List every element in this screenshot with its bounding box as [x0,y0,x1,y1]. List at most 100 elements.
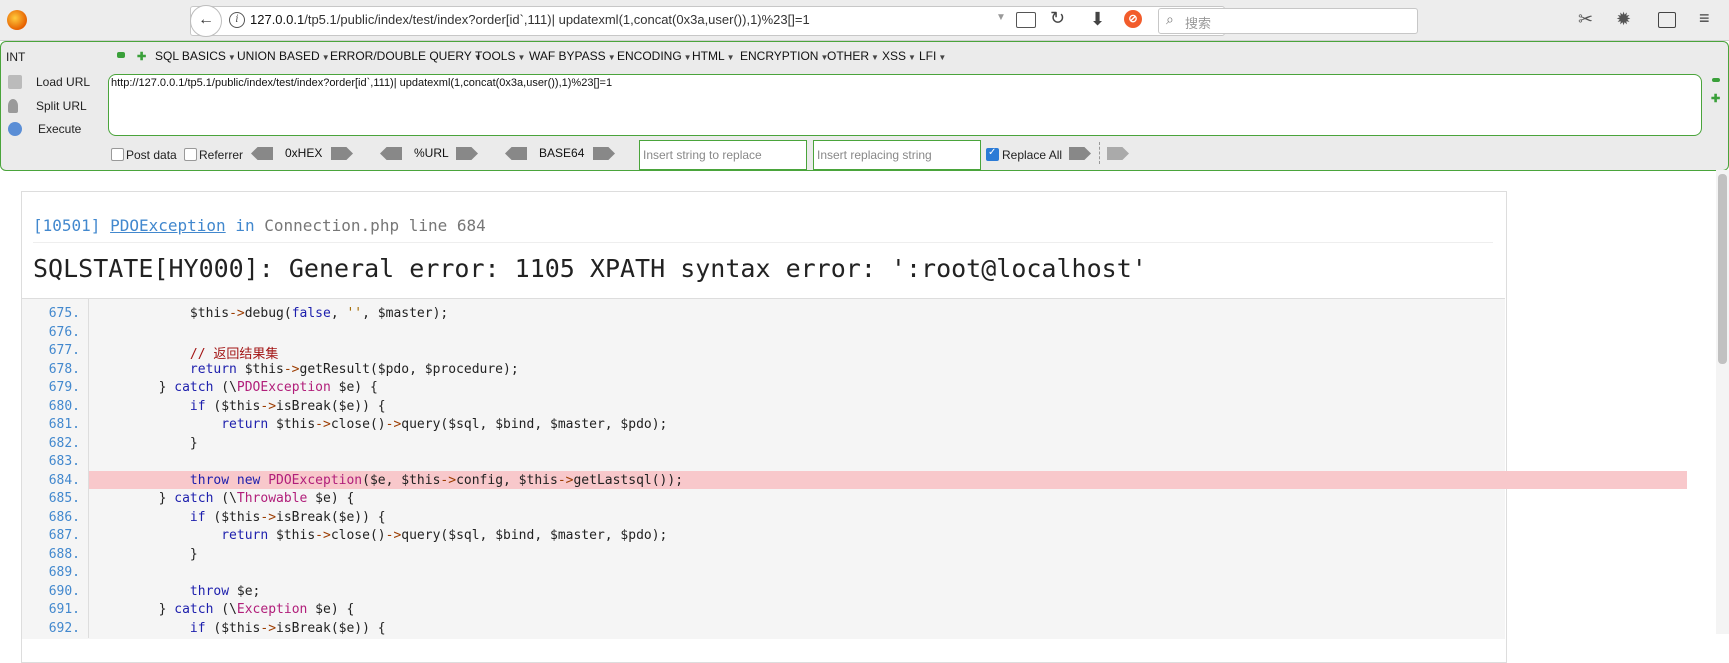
line-number: 689. [48,565,80,580]
code-line: throw new PDOException($e, $this->config… [189,473,684,488]
code-line: // 返回结果集 [96,347,279,362]
dropdown-caret-icon: ▼ [871,53,879,62]
replacing-string-placeholder: Insert replacing string [817,148,932,162]
line-keyword: line [408,216,448,235]
gutter-divider [88,298,89,638]
sidebar-icon[interactable] [1658,12,1676,28]
hackbar-menu-label: WAF BYPASS [529,49,606,63]
hackbar-menu-error-double-query[interactable]: ERROR/DOUBLE QUERY ▼ [330,49,482,63]
url-text[interactable]: 127.0.0.1/tp5.1/public/index/test/index?… [250,12,810,27]
code-line: return $this->close()->query($sql, $bind… [221,528,668,543]
hackbar-menu-label: TOOLS [475,49,516,63]
execute-icon [8,122,22,136]
split-url-icon [8,99,18,113]
extension-icon[interactable]: ✹ [1616,9,1631,30]
search-placeholder: 搜索 [1185,16,1212,31]
code-line: } [96,436,198,451]
line-number: 685. [48,491,80,506]
hackbar-menu-encryption[interactable]: ENCRYPTION ▼ [740,49,828,63]
hackbar-menu-sql-basics[interactable]: SQL BASICS ▼ [155,49,236,63]
hackbar-menu-label: XSS [882,49,907,63]
screenshot-icon[interactable]: ✂ [1578,9,1593,30]
page-scrollbar-thumb[interactable] [1718,174,1727,364]
line-number: 679. [48,380,80,395]
code-line: throw $e; [189,584,261,599]
hackbar-menu-label: SQL BASICS [155,49,226,63]
code-line: return $this->getResult($pdo, $procedure… [189,362,519,377]
hackbar-menu-label: ERROR/DOUBLE QUERY [330,49,472,63]
site-info-icon[interactable]: i [229,12,245,28]
url-encode-label: %URL [414,146,449,160]
dropdown-caret-icon: ▼ [517,53,526,62]
load-url-label: Load URL [36,75,91,89]
code-line: } catch (\Throwable $e) { [96,491,355,506]
hackbar-menu-lfi[interactable]: LFI ▼ [919,49,946,63]
line-number: 688. [48,547,80,562]
referrer-checkbox[interactable] [184,148,197,161]
back-button[interactable]: ← [190,5,222,37]
replace-all-label: Replace All [1002,148,1063,162]
exception-message: SQLSTATE[HY000]: General error: 1105 XPA… [33,254,1147,283]
error-code: [10501] [33,216,101,235]
line-number: 690. [48,584,80,599]
hackbar-menu-label: ENCRYPTION [740,49,819,63]
code-line: } catch (\PDOException $e) { [96,380,378,395]
adblock-icon[interactable]: ⊘ [1124,10,1142,28]
hackbar-menu-other[interactable]: OTHER ▼ [827,49,879,63]
code-line: return $this->close()->query($sql, $bind… [221,417,668,432]
line-number: 677. [48,343,80,358]
code-line: } [96,547,198,562]
replace-string-placeholder: Insert string to replace [643,148,762,162]
execute-label: Execute [38,122,82,136]
dropdown-caret-icon: ▼ [938,53,947,62]
split-url-label: Split URL [36,99,87,113]
reload-icon[interactable]: ↻ [1050,8,1065,29]
expand-icon[interactable]: ✚ [137,50,146,63]
hackbar-menu-label: HTML [692,49,725,63]
code-line: if ($this->isBreak($e)) { [189,399,386,414]
hackbar-url-value: http://127.0.0.1/tp5.1/public/index/test… [111,77,613,89]
url-path: /tp5.1/public/index/test/index?order[id`… [304,12,810,27]
hackbar-menu-html[interactable]: HTML ▼ [692,49,735,63]
dropdown-caret-icon: ▼ [227,53,236,62]
url-dropdown-icon[interactable]: ▼ [996,12,1006,23]
collapse-icon[interactable] [117,52,125,58]
download-icon[interactable]: ⬇ [1090,9,1105,30]
dropdown-caret-icon: ▼ [683,53,692,62]
url-host: 127.0.0.1 [250,12,305,27]
hackbar-menu-encoding[interactable]: ENCODING ▼ [617,49,692,63]
exception-class-link[interactable]: PDOException [110,216,226,235]
line-number: 678. [48,362,80,377]
hackbar-menu-waf-bypass[interactable]: WAF BYPASS ▼ [529,49,616,63]
hamburger-menu-icon[interactable]: ≡ [1699,8,1710,29]
line-number: 682. [48,436,80,451]
line-number: 691. [48,602,80,617]
line-number: 675. [48,306,80,321]
hackbar-menu-label: UNION BASED [237,49,320,63]
code-line: $this->debug(false, '', $master); [96,306,449,321]
reader-view-icon[interactable] [1016,12,1036,28]
line-number: 683. [48,454,80,469]
hackbar-menu-label: LFI [919,49,937,63]
header-divider [33,242,1493,243]
shrink-icon[interactable] [1712,78,1720,82]
hackbar-menu-tools[interactable]: TOOLS ▼ [475,49,525,63]
line-number: 687. [48,528,80,543]
hackbar-menu-union-based[interactable]: UNION BASED ▼ [237,49,330,63]
in-keyword: in [235,216,255,235]
line-number: 681. [48,417,80,432]
hackbar-menu-label: ENCODING [617,49,682,63]
hex-label: 0xHEX [285,146,323,160]
referrer-label: Referrer [199,148,244,162]
code-line: if ($this->isBreak($e)) { [189,510,386,525]
grow-icon[interactable]: ✚ [1711,92,1720,105]
dropdown-caret-icon: ▼ [321,53,330,62]
replace-all-checkbox[interactable] [986,147,999,161]
post-data-label: Post data [126,148,177,162]
line-number: 684. [48,473,80,488]
post-data-checkbox[interactable] [111,148,124,161]
toolbar-divider [1099,142,1100,164]
line-number: 686. [48,510,80,525]
dropdown-caret-icon: ▼ [908,53,916,62]
hackbar-menu-xss[interactable]: XSS ▼ [882,49,916,63]
